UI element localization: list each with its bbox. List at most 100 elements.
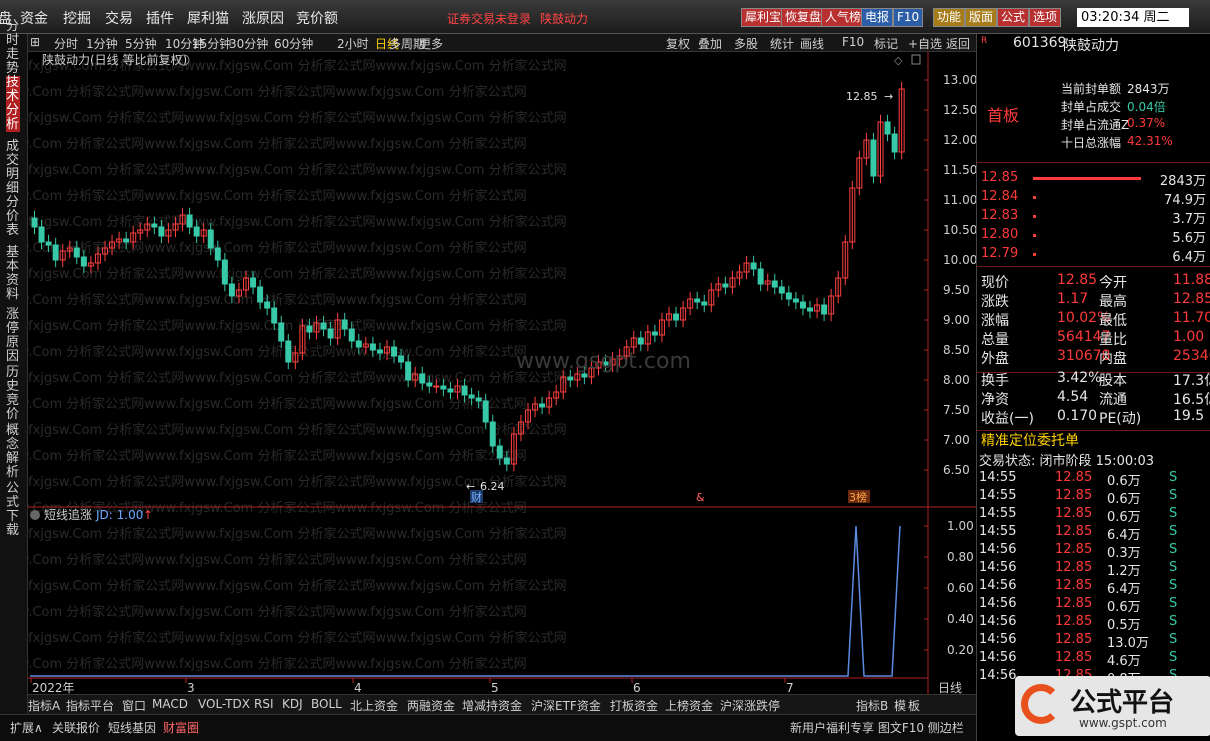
left-tab-0[interactable]: 分时走势: [6, 20, 20, 76]
indicator-tab-4[interactable]: VOL-TDX: [198, 697, 250, 711]
candle-body: [31, 217, 38, 228]
left-tab-6[interactable]: 历史竞价: [6, 366, 20, 422]
event-marker[interactable]: &: [696, 491, 705, 504]
tick-time: 14:56: [979, 650, 1017, 665]
menu-item-trade[interactable]: 交易: [105, 8, 133, 28]
quote-label: 量比: [1099, 332, 1127, 348]
toolbar-right-6[interactable]: 标记: [874, 35, 898, 52]
status-short-gene[interactable]: 短线基因: [108, 719, 156, 736]
quick-button-6[interactable]: 版面: [965, 8, 998, 27]
period-7[interactable]: 2小时: [337, 35, 369, 52]
indicator-tab-9[interactable]: 两融资金: [407, 697, 455, 714]
restore-icon[interactable]: [911, 54, 921, 65]
left-tab-5[interactable]: 涨停原因: [6, 308, 20, 364]
menu-item-auction[interactable]: 竞价额: [296, 8, 338, 28]
period-1[interactable]: 1分钟: [86, 35, 118, 52]
menu-item-limit-reason[interactable]: 涨原因: [242, 8, 284, 28]
rank-marker[interactable]: 3榜: [849, 490, 867, 504]
toolbar-right-5[interactable]: F10: [842, 35, 864, 49]
period-6[interactable]: 60分钟: [274, 35, 313, 52]
fund-value: 19.5: [1173, 408, 1205, 424]
toolbar-right-1[interactable]: 叠加: [698, 35, 722, 52]
indicator-tab-10[interactable]: 增减持资金: [462, 697, 522, 714]
quick-button-2[interactable]: 人气榜: [821, 8, 866, 27]
indicator-collapse-icon[interactable]: [30, 510, 40, 520]
period-4[interactable]: 15分钟: [192, 35, 231, 52]
indicator-tab-3[interactable]: MACD: [152, 697, 188, 711]
quick-button-0[interactable]: 犀利宝: [741, 8, 786, 27]
status-wealth-circle[interactable]: 财富圈: [163, 719, 199, 736]
quick-button-7[interactable]: 公式: [997, 8, 1030, 27]
left-tab-2[interactable]: 成交明细: [6, 140, 20, 196]
order-title[interactable]: 精准定位委托单: [981, 430, 1079, 450]
bid-price[interactable]: 12.85: [981, 170, 1018, 185]
quick-button-5[interactable]: 功能: [933, 8, 966, 27]
indicator-tab-14[interactable]: 沪深涨跌停: [720, 697, 780, 714]
bid-price[interactable]: 12.79: [981, 246, 1018, 261]
indicator-tab-12[interactable]: 打板资金: [610, 697, 658, 714]
status-expand[interactable]: 扩展∧: [10, 719, 43, 736]
left-tab-3[interactable]: 分价表: [6, 196, 20, 238]
quick-button-4[interactable]: F10: [893, 8, 924, 27]
finance-marker[interactable]: 财: [471, 490, 482, 504]
quote-label: 内盘: [1099, 351, 1127, 367]
indicator-tab-13[interactable]: 上榜资金: [665, 697, 713, 714]
toolbar-right-7[interactable]: +自选: [908, 35, 942, 52]
toolbar-grid-icon[interactable]: ⊞: [30, 35, 40, 49]
left-tab-7[interactable]: 概念解析: [6, 424, 20, 480]
indicator-tab-6[interactable]: KDJ: [282, 697, 303, 711]
left-tab-8[interactable]: 公式下载: [6, 482, 20, 538]
period-10[interactable]: 更多: [419, 35, 443, 52]
menu-item-plugins[interactable]: 插件: [146, 8, 174, 28]
menu-item-xilimao[interactable]: 犀利猫: [187, 8, 229, 28]
period-5[interactable]: 30分钟: [229, 35, 268, 52]
candle-body: [278, 322, 285, 342]
indicator-tab-0[interactable]: 指标A: [28, 697, 60, 714]
left-tab-1[interactable]: 技术分析: [6, 76, 20, 132]
chart-title: 陕鼓动力(日线 等比前复权): [42, 52, 187, 67]
quick-button-1[interactable]: 恢复盘: [781, 8, 826, 27]
left-tab-4[interactable]: 基本资料: [6, 246, 20, 302]
indicator-tab-2[interactable]: 窗口: [122, 697, 146, 714]
quote-label: 最高: [1099, 294, 1127, 310]
toolbar-right-2[interactable]: 多股: [734, 35, 758, 52]
period-2[interactable]: 5分钟: [125, 35, 157, 52]
status-related-quote[interactable]: 关联报价: [52, 719, 100, 736]
period-label[interactable]: 日线: [938, 681, 962, 695]
date-tick: 3: [187, 681, 195, 695]
menu-item-funds[interactable]: 资金: [20, 8, 48, 28]
toolbar-right-4[interactable]: 画线: [800, 35, 824, 52]
diamond-icon[interactable]: ◇: [894, 54, 903, 67]
indicator-tab-11[interactable]: 沪深ETF资金: [531, 697, 601, 714]
limit-badge: 首板: [987, 106, 1020, 125]
indicator-tab-1[interactable]: 指标平台: [66, 697, 114, 714]
status-promo[interactable]: 新用户福利专享 图文F10 侧边栏: [790, 719, 964, 736]
period-0[interactable]: 分时: [54, 35, 78, 52]
bid-price[interactable]: 12.84: [981, 189, 1018, 204]
indicator-right-0[interactable]: 指标B: [856, 697, 888, 714]
bid-volume: 2843万: [1159, 174, 1206, 189]
candle-body: [821, 304, 828, 315]
login-notice[interactable]: 证券交易未登录: [447, 10, 531, 27]
toolbar-right-3[interactable]: 统计: [770, 35, 794, 52]
toolbar-right-0[interactable]: 复权: [666, 35, 690, 52]
indicator-name[interactable]: 短线追涨: [44, 507, 92, 522]
candle-body: [193, 226, 200, 237]
quick-button-8[interactable]: 选项: [1029, 8, 1062, 27]
kline-chart[interactable]: fxjgsw.Com 分析家公式网www.fxjgsw.Com 分析家公式网ww…: [28, 52, 976, 702]
quick-button-3[interactable]: 电报: [861, 8, 894, 27]
indicator-tab-7[interactable]: BOLL: [311, 697, 342, 711]
bid-price[interactable]: 12.83: [981, 208, 1018, 223]
candle-body: [750, 262, 757, 270]
indicator-tab-5[interactable]: RSI: [254, 697, 274, 711]
toolbar-right-8[interactable]: 返回: [946, 35, 970, 52]
bid-price[interactable]: 12.80: [981, 227, 1018, 242]
menu-item-mining[interactable]: 挖掘: [63, 8, 91, 28]
indicator-right-2[interactable]: 板: [908, 697, 920, 714]
candle-body: [637, 337, 644, 345]
indicator-tab-8[interactable]: 北上资金: [350, 697, 398, 714]
tick-time: 14:56: [979, 560, 1017, 575]
tick-time: 14:56: [979, 596, 1017, 611]
indicator-right-1[interactable]: 模: [894, 697, 906, 714]
watermark-row: fxjgsw.Com 分析家公式网www.fxjgsw.Com 分析家公式网ww…: [28, 318, 567, 334]
